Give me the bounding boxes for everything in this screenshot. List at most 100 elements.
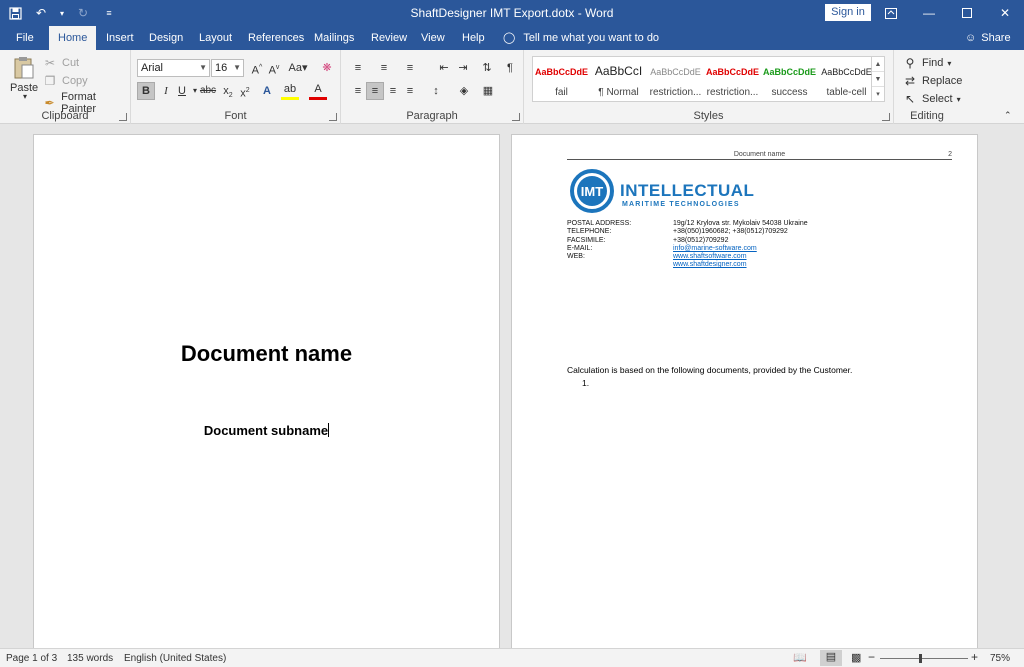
decrease-indent-icon[interactable]: ⇤ bbox=[435, 59, 453, 77]
vertical-scrollbar[interactable] bbox=[1009, 124, 1024, 648]
align-left-icon[interactable]: ≡ bbox=[349, 82, 367, 100]
page-2[interactable]: Document name 2 IMT INTELLECTUAL MARITIM… bbox=[511, 134, 978, 648]
font-size-combo[interactable]: 16 ▼ bbox=[211, 59, 244, 77]
contact-key: WEB: bbox=[567, 253, 585, 261]
select-button[interactable]: ↖ Select ▾ bbox=[902, 91, 961, 107]
email-link[interactable]: info@marine-software.com bbox=[673, 245, 757, 253]
web-layout-icon[interactable]: ▩ bbox=[851, 651, 861, 664]
tell-me-box[interactable]: ◯ Tell me what you want to do bbox=[503, 26, 659, 50]
clear-formatting-icon[interactable]: ❋ bbox=[318, 59, 336, 77]
word-count[interactable]: 135 words bbox=[67, 653, 113, 664]
tab-references[interactable]: References bbox=[248, 26, 304, 50]
zoom-slider[interactable] bbox=[880, 658, 968, 659]
zoom-in-icon[interactable]: + bbox=[971, 650, 978, 664]
share-button[interactable]: ☺ Share bbox=[965, 26, 1011, 50]
company-logo: IMT INTELLECTUAL MARITIME TECHNOLOGIES bbox=[568, 169, 754, 213]
bold-icon[interactable]: B bbox=[137, 82, 155, 100]
imt-logo-icon: IMT bbox=[570, 169, 614, 213]
paragraph-dialog-launcher-icon[interactable] bbox=[512, 113, 520, 121]
style-normal[interactable]: AaBbCcI ¶ Normal bbox=[590, 57, 647, 101]
font-name-dropdown-icon[interactable]: ▼ bbox=[199, 60, 207, 76]
gallery-up-icon[interactable]: ▲ bbox=[872, 57, 884, 72]
style-success[interactable]: AaBbCcDdE success bbox=[761, 57, 818, 101]
subscript-icon[interactable]: x2 bbox=[219, 82, 237, 100]
cut-button[interactable]: ✂ Cut bbox=[42, 55, 79, 71]
collapse-ribbon-icon[interactable]: ⌃ bbox=[1004, 110, 1012, 121]
change-case-icon[interactable]: Aa▾ bbox=[286, 59, 310, 77]
font-name-combo[interactable]: Arial ▼ bbox=[137, 59, 210, 77]
clipboard-group: Paste ▾ ✂ Cut ❐ Copy ✒ Format Painter Cl… bbox=[0, 50, 131, 124]
style-fail[interactable]: AaBbCcDdE fail bbox=[533, 57, 590, 101]
superscript-icon[interactable]: x2 bbox=[236, 82, 254, 100]
tab-design[interactable]: Design bbox=[149, 26, 183, 50]
style-restriction-1[interactable]: AaBbCcDdE restriction... bbox=[647, 57, 704, 101]
align-center-icon[interactable]: ≡ bbox=[366, 82, 384, 100]
strikethrough-icon[interactable]: abc bbox=[197, 82, 219, 100]
style-restriction-2[interactable]: AaBbCcDdE restriction... bbox=[704, 57, 761, 101]
tab-file[interactable]: File bbox=[16, 26, 34, 50]
styles-dialog-launcher-icon[interactable] bbox=[882, 113, 890, 121]
shading-icon[interactable]: ◈ bbox=[455, 82, 473, 100]
ribbon-tabs: File Home Insert Design Layout Reference… bbox=[0, 26, 1024, 50]
zoom-slider-thumb[interactable] bbox=[919, 654, 922, 663]
justify-icon[interactable]: ≡ bbox=[401, 82, 419, 100]
web-link[interactable]: www.shaftdesigner.com bbox=[673, 261, 747, 269]
font-color-icon[interactable]: A bbox=[309, 82, 327, 100]
web-link[interactable]: www.shaftsoftware.com bbox=[673, 253, 747, 261]
contact-key: E-MAIL: bbox=[567, 244, 593, 252]
paste-dropdown-icon[interactable]: ▾ bbox=[23, 92, 27, 101]
clipboard-dialog-launcher-icon[interactable] bbox=[119, 113, 127, 121]
zoom-level[interactable]: 75% bbox=[990, 653, 1010, 664]
tab-layout[interactable]: Layout bbox=[199, 26, 232, 50]
document-title[interactable]: Document name bbox=[34, 341, 499, 367]
numbering-icon[interactable]: ≡ bbox=[375, 59, 393, 77]
close-icon[interactable]: ✕ bbox=[986, 0, 1024, 26]
style-name: restriction... bbox=[649, 87, 702, 98]
copy-button[interactable]: ❐ Copy bbox=[42, 73, 88, 89]
scissors-icon: ✂ bbox=[44, 56, 56, 70]
sign-in-button[interactable]: Sign in bbox=[825, 4, 871, 21]
minimize-icon[interactable]: — bbox=[910, 0, 948, 26]
document-subtitle[interactable]: Document subname bbox=[34, 423, 499, 438]
increase-indent-icon[interactable]: ⇥ bbox=[454, 59, 472, 77]
font-dialog-launcher-icon[interactable] bbox=[329, 113, 337, 121]
bullets-icon[interactable]: ≡ bbox=[349, 59, 367, 77]
calculation-note[interactable]: Calculation is based on the following do… bbox=[567, 365, 852, 375]
font-group: Arial ▼ 16 ▼ A^ Av Aa▾ ❋ B I U ▾ abc x2 … bbox=[131, 50, 341, 124]
shrink-font-icon[interactable]: Av bbox=[265, 59, 283, 77]
header-document-name: Document name bbox=[733, 151, 786, 158]
page-1[interactable]: Document name Document subname bbox=[33, 134, 500, 648]
grow-font-icon[interactable]: A^ bbox=[248, 59, 266, 77]
tab-insert[interactable]: Insert bbox=[106, 26, 134, 50]
tab-help[interactable]: Help bbox=[462, 26, 485, 50]
page-count[interactable]: Page 1 of 3 bbox=[6, 653, 57, 664]
paste-button[interactable]: Paste bbox=[10, 56, 38, 94]
cut-label: Cut bbox=[62, 57, 80, 69]
style-table-cell[interactable]: AaBbCcDdE table-cell bbox=[818, 57, 875, 101]
maximize-icon[interactable] bbox=[948, 0, 986, 26]
line-spacing-icon[interactable]: ↕ bbox=[427, 82, 445, 100]
ribbon-display-options-icon[interactable] bbox=[872, 0, 910, 26]
document-area[interactable]: Document name Document subname Document … bbox=[0, 124, 1024, 648]
list-item-number[interactable]: 1. bbox=[582, 378, 589, 388]
replace-button[interactable]: ⇄ Replace bbox=[902, 73, 962, 89]
align-right-icon[interactable]: ≡ bbox=[384, 82, 402, 100]
text-effects-icon[interactable]: A bbox=[258, 82, 276, 100]
multilevel-list-icon[interactable]: ≡ bbox=[401, 59, 419, 77]
highlight-icon[interactable]: ab bbox=[281, 82, 299, 100]
borders-icon[interactable]: ▦ bbox=[479, 82, 497, 100]
tab-home[interactable]: Home bbox=[49, 26, 97, 50]
show-formatting-marks-icon[interactable]: ¶ bbox=[501, 59, 519, 77]
zoom-out-icon[interactable]: − bbox=[868, 650, 875, 664]
find-button[interactable]: ⚲ Find ▾ bbox=[902, 55, 952, 71]
print-layout-icon[interactable]: ▤ bbox=[820, 650, 842, 666]
read-mode-icon[interactable]: 📖 bbox=[793, 651, 807, 664]
tab-view[interactable]: View bbox=[421, 26, 445, 50]
gallery-down-icon[interactable]: ▼ bbox=[872, 72, 884, 87]
font-size-dropdown-icon[interactable]: ▼ bbox=[233, 60, 241, 76]
tab-review[interactable]: Review bbox=[371, 26, 407, 50]
sort-icon[interactable]: ⇅ bbox=[478, 59, 496, 77]
language-indicator[interactable]: English (United States) bbox=[124, 653, 226, 664]
tab-mailings[interactable]: Mailings bbox=[314, 26, 354, 50]
gallery-more-icon[interactable]: ▾ bbox=[872, 87, 884, 102]
